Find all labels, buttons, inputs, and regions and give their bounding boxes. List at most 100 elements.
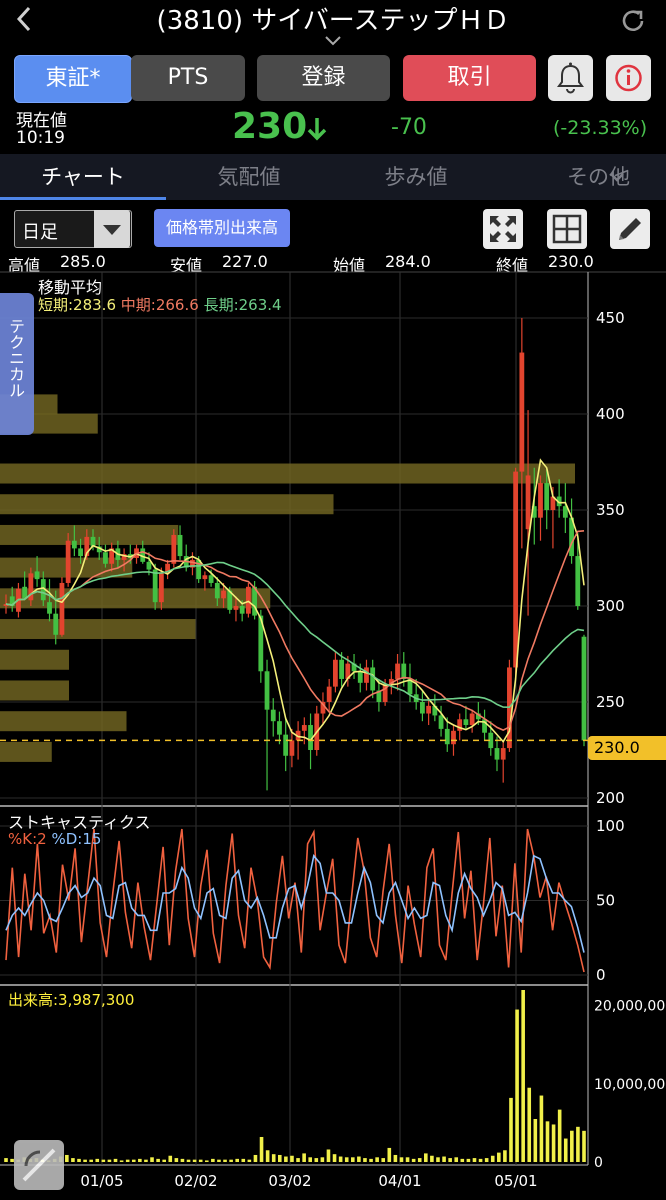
volume-bar: [381, 1158, 386, 1162]
volume-bar: [570, 1130, 574, 1162]
volume-bar: [204, 1160, 209, 1162]
volume-bar: [551, 1124, 556, 1162]
volume-bar: [405, 1157, 410, 1162]
volume-bar: [186, 1159, 191, 1162]
volume-bar: [296, 1158, 300, 1162]
volume-bar: [545, 1121, 550, 1162]
stoch-d-line: [5, 854, 585, 953]
candle-body: [146, 561, 152, 570]
candle-body: [277, 721, 282, 735]
volume-bar: [484, 1158, 489, 1162]
candle-body: [538, 483, 543, 518]
candle-body: [65, 540, 71, 583]
candle-body: [214, 582, 220, 599]
volume-bar: [472, 1158, 477, 1162]
volume-bar: [259, 1136, 264, 1162]
volume-bar: [454, 1157, 459, 1162]
volume-bar: [326, 1149, 331, 1162]
price-tick-label: 200: [596, 789, 625, 807]
candle-body: [59, 582, 65, 635]
volume-bar: [338, 1156, 343, 1162]
candle-body: [283, 734, 289, 756]
candle-body: [326, 686, 332, 702]
volume-bar: [217, 1159, 221, 1162]
volume-bar: [180, 1158, 185, 1162]
candle-body: [233, 606, 239, 610]
volume-by-price-bar: [0, 463, 575, 484]
drawing-tool-icon[interactable]: [14, 1140, 64, 1190]
volume-bar: [351, 1157, 355, 1162]
volume-bar: [4, 1158, 8, 1162]
volume-bar: [174, 1158, 179, 1162]
candle-body: [364, 667, 369, 683]
ma-long-label: 長期:263.4: [203, 296, 282, 314]
volume-bar: [344, 1157, 349, 1162]
candle-body: [301, 725, 307, 731]
stoch-k-label: %K:2: [8, 830, 47, 848]
volume-bar: [539, 1095, 544, 1162]
volume-bar: [253, 1154, 258, 1162]
volume-bar: [241, 1158, 246, 1162]
volume-bar: [424, 1153, 428, 1162]
candle-body: [469, 713, 475, 726]
candle-body: [264, 671, 270, 710]
volume-bar: [515, 1009, 519, 1162]
volume-bar: [521, 990, 525, 1162]
volume-bar: [71, 1158, 75, 1162]
candle-body: [438, 715, 444, 729]
volume-bar: [503, 1150, 507, 1162]
ma-mid-label: 中期:266.6: [120, 296, 199, 314]
x-tick-label: 05/01: [494, 1172, 537, 1190]
chart-canvas[interactable]: 450 400 350 300 250 200 100 50 0 20,000,000 10,000…: [0, 0, 666, 1200]
candle-body: [202, 575, 208, 580]
ma-legend: 短期:283.6 中期:266.6 長期:263.4: [38, 294, 282, 315]
candle-body: [221, 590, 226, 599]
volume-bar: [156, 1158, 160, 1162]
volume-bar: [229, 1159, 233, 1162]
candle-body: [357, 671, 363, 683]
volume-bar: [478, 1158, 483, 1162]
stochastics-legend: %K:2 %D:15: [8, 830, 101, 848]
volume-bar: [332, 1154, 337, 1162]
volume-bar: [460, 1158, 465, 1162]
candle-body: [171, 534, 177, 564]
volume-tick-label: 20,000,000: [594, 999, 666, 1015]
volume-bar: [448, 1158, 452, 1162]
volume-bar: [131, 1159, 136, 1162]
volume-bar: [89, 1159, 93, 1162]
candle-body: [53, 613, 59, 635]
candle-body: [401, 663, 407, 679]
volume-bar: [387, 1147, 392, 1162]
volume-bar: [125, 1159, 130, 1162]
candle-body: [420, 702, 425, 714]
volume-by-price-bar: [0, 680, 69, 701]
volume-by-price-bar: [0, 649, 69, 670]
candle-body: [513, 471, 519, 668]
volume-bar: [497, 1152, 501, 1162]
volume-title: 出来高:3,987,300: [8, 991, 135, 1009]
candle-body: [463, 719, 469, 726]
volume-by-price-bar: [0, 494, 334, 515]
volume-bar: [235, 1158, 239, 1162]
candle-body: [395, 663, 400, 679]
candle-body: [152, 569, 158, 603]
volume-bar: [533, 1119, 538, 1162]
x-tick-label: 03/02: [268, 1172, 311, 1190]
volume-bar: [302, 1153, 306, 1162]
candle-body: [245, 586, 251, 614]
volume-bar: [563, 1138, 568, 1162]
price-tick-label: 300: [596, 597, 625, 615]
current-price-badge-label: 230.0: [594, 738, 640, 757]
volume-bar: [442, 1156, 446, 1162]
volume-bar: [582, 1130, 586, 1162]
volume-bar: [101, 1159, 106, 1162]
volume-bar: [308, 1157, 313, 1162]
volume-by-price-bar: [0, 619, 196, 640]
volume-bar: [509, 1097, 513, 1162]
candle-body: [34, 571, 40, 580]
candle-body: [78, 548, 83, 557]
volume-bar: [271, 1154, 276, 1162]
volume-bar: [466, 1158, 471, 1162]
stoch-tick-label: 50: [596, 892, 615, 910]
volume-bar: [265, 1150, 270, 1162]
